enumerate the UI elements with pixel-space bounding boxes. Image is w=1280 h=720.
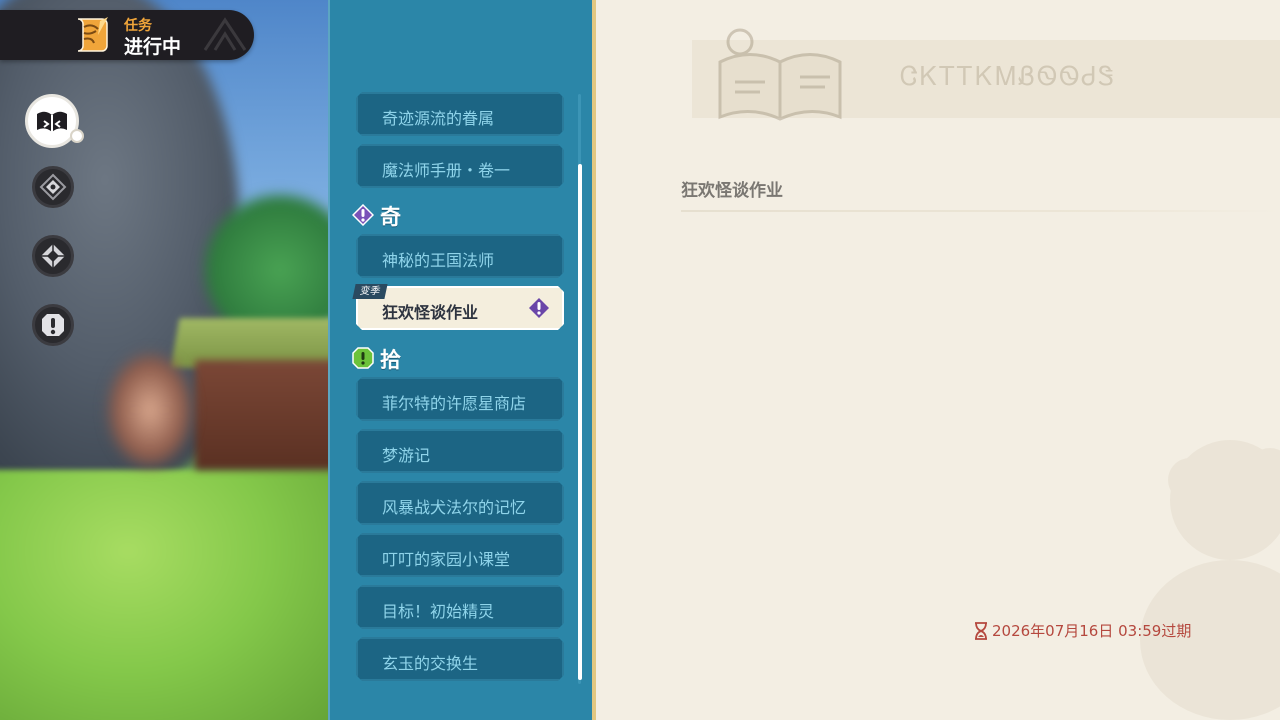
quest-item[interactable]: 风暴战犬法尔的记忆 xyxy=(356,481,564,525)
open-book-icon xyxy=(37,111,67,132)
diamond-emblem-icon xyxy=(41,244,65,268)
quest-item-label: 梦游记 xyxy=(382,446,431,465)
purple-exclamation-icon xyxy=(352,204,374,226)
quest-scroll-icon xyxy=(77,17,108,52)
category-all-button[interactable] xyxy=(25,94,84,148)
quest-item-label: 奇迹源流的眷属 xyxy=(382,109,495,128)
exclamation-icon xyxy=(42,314,64,336)
quest-item-label: 菲尔特的许愿星商店 xyxy=(382,394,527,413)
compass-emblem-icon xyxy=(39,173,67,201)
quest-item-label: 魔法师手册・卷一 xyxy=(382,161,511,180)
green-exclamation-icon xyxy=(352,347,374,369)
quest-item[interactable]: 叮叮的家园小课堂 xyxy=(356,533,564,577)
quest-item[interactable]: 目标！初始精灵 xyxy=(356,585,564,629)
quest-item-label: 狂欢怪谈作业 xyxy=(382,303,479,322)
quest-item[interactable]: 菲尔特的许愿星商店 xyxy=(356,377,564,421)
category-main-button[interactable] xyxy=(32,166,74,208)
quest-item[interactable]: 神秘的王国法师 xyxy=(356,234,564,278)
open-book-illustration-icon xyxy=(718,28,842,121)
quest-item-label: 叮叮的家园小课堂 xyxy=(382,550,511,569)
player-character xyxy=(105,350,195,470)
expiry-text: 2026年07月16日 03:59过期 xyxy=(992,622,1192,640)
background-creature-watermark xyxy=(1140,440,1280,720)
grass-field xyxy=(0,470,328,720)
quest-item-label: 神秘的王国法师 xyxy=(382,251,495,270)
quest-expiry: 2026年07月16日 03:59过期 xyxy=(974,620,1191,641)
quest-item-selected[interactable]: 狂欢怪谈作业 xyxy=(356,286,564,330)
category-tips-button[interactable] xyxy=(32,304,74,346)
quest-item-label: 玄玉的交换生 xyxy=(382,654,479,673)
quest-item-label: 风暴战犬法尔的记忆 xyxy=(382,498,527,517)
purple-exclamation-icon xyxy=(528,297,550,319)
wooden-hut xyxy=(195,360,328,470)
category-side-button[interactable] xyxy=(32,235,74,277)
title-divider xyxy=(681,210,1280,212)
quest-item[interactable]: 梦游记 xyxy=(356,429,564,473)
quest-item[interactable]: 玄玉的交换生 xyxy=(356,637,564,681)
hourglass-icon xyxy=(975,621,987,640)
header-title: 进行中 xyxy=(124,36,182,58)
quest-list-scrollbar[interactable] xyxy=(578,164,582,680)
quest-header: 任务 进行中 xyxy=(0,10,254,60)
quest-item[interactable]: 魔法师手册・卷一 xyxy=(356,144,564,188)
banner-rune-text: ᏣᏦᎢᎢᏦᎷᏰᏫᏫᏧᏕ xyxy=(900,62,1116,92)
quest-item[interactable]: 奇迹源流的眷属 xyxy=(356,92,564,136)
seasonal-tag: 变季 xyxy=(352,284,388,299)
header-deco-icon xyxy=(203,17,247,51)
quest-detail-title: 狂欢怪谈作业 xyxy=(681,181,783,201)
quest-item-label: 目标！初始精灵 xyxy=(382,602,495,621)
